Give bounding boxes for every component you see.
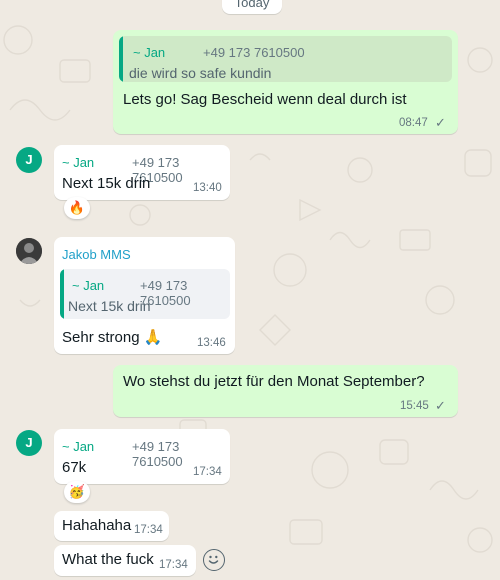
message-text: Lets go! Sag Bescheid wenn deal durch is…	[123, 91, 407, 108]
incoming-message-bubble[interactable]: ~ Jan +49 173 7610500 67k 17:34	[54, 429, 230, 484]
date-separator: Today	[222, 0, 282, 14]
incoming-message-bubble[interactable]: Jakob MMS ~ Jan +49 173 7610500 Next 15k…	[54, 237, 235, 354]
message-text: Next 15k drin	[62, 175, 151, 192]
incoming-message-bubble[interactable]: ~ Jan +49 173 7610500 Next 15k drin 13:4…	[54, 145, 230, 200]
message-text: Hahahaha	[62, 517, 132, 534]
message-text: What the fuck	[62, 551, 154, 568]
avatar[interactable]: J	[16, 430, 42, 456]
message-text: Wo stehst du jetzt für den Monat Septemb…	[123, 373, 425, 390]
message-timestamp: 17:34	[159, 559, 188, 571]
quoted-sender-phone: +49 173 7610500	[203, 45, 305, 60]
quoted-message-text: die wird so safe kundin	[129, 65, 272, 81]
message-timestamp: 17:34	[134, 524, 163, 536]
message-timestamp: 13:40	[193, 182, 222, 194]
quoted-sender-name: ~ Jan	[72, 278, 105, 293]
quoted-sender-phone: +49 173 7610500	[140, 278, 191, 308]
reaction-badge[interactable]: 🥳	[64, 481, 90, 503]
message-timestamp: 13:46	[197, 337, 226, 349]
incoming-message-bubble[interactable]: What the fuck 17:34	[54, 545, 196, 576]
message-text: Sehr strong 🙏	[62, 329, 163, 346]
message-text: 67k	[62, 459, 87, 476]
message-timestamp: 15:45	[400, 400, 429, 412]
avatar[interactable]	[16, 238, 42, 264]
avatar[interactable]: J	[16, 147, 42, 173]
check-icon: ✓	[435, 115, 446, 130]
sender-name[interactable]: ~ Jan	[62, 155, 94, 170]
quoted-message[interactable]: ~ Jan +49 173 7610500 die wird so safe k…	[119, 36, 452, 82]
outgoing-message-bubble[interactable]: ~ Jan +49 173 7610500 die wird so safe k…	[113, 30, 458, 134]
message-timestamp: 08:47	[399, 117, 428, 129]
smiley-icon[interactable]	[203, 549, 225, 571]
sender-name[interactable]: ~ Jan	[62, 439, 94, 454]
reaction-badge[interactable]: 🔥	[64, 197, 90, 219]
quoted-message-text: Next 15k drin	[68, 298, 151, 314]
outgoing-message-bubble[interactable]: Wo stehst du jetzt für den Monat Septemb…	[113, 365, 458, 417]
sender-name[interactable]: Jakob MMS	[62, 247, 131, 262]
quoted-sender-name: ~ Jan	[133, 45, 166, 60]
quoted-message[interactable]: ~ Jan +49 173 7610500 Next 15k drin	[60, 269, 230, 319]
profile-photo-icon	[16, 238, 42, 264]
check-icon: ✓	[435, 398, 446, 413]
sender-phone: +49 173 7610500	[132, 439, 183, 469]
message-timestamp: 17:34	[193, 466, 222, 478]
incoming-message-bubble[interactable]: Hahahaha 17:34	[54, 511, 169, 541]
